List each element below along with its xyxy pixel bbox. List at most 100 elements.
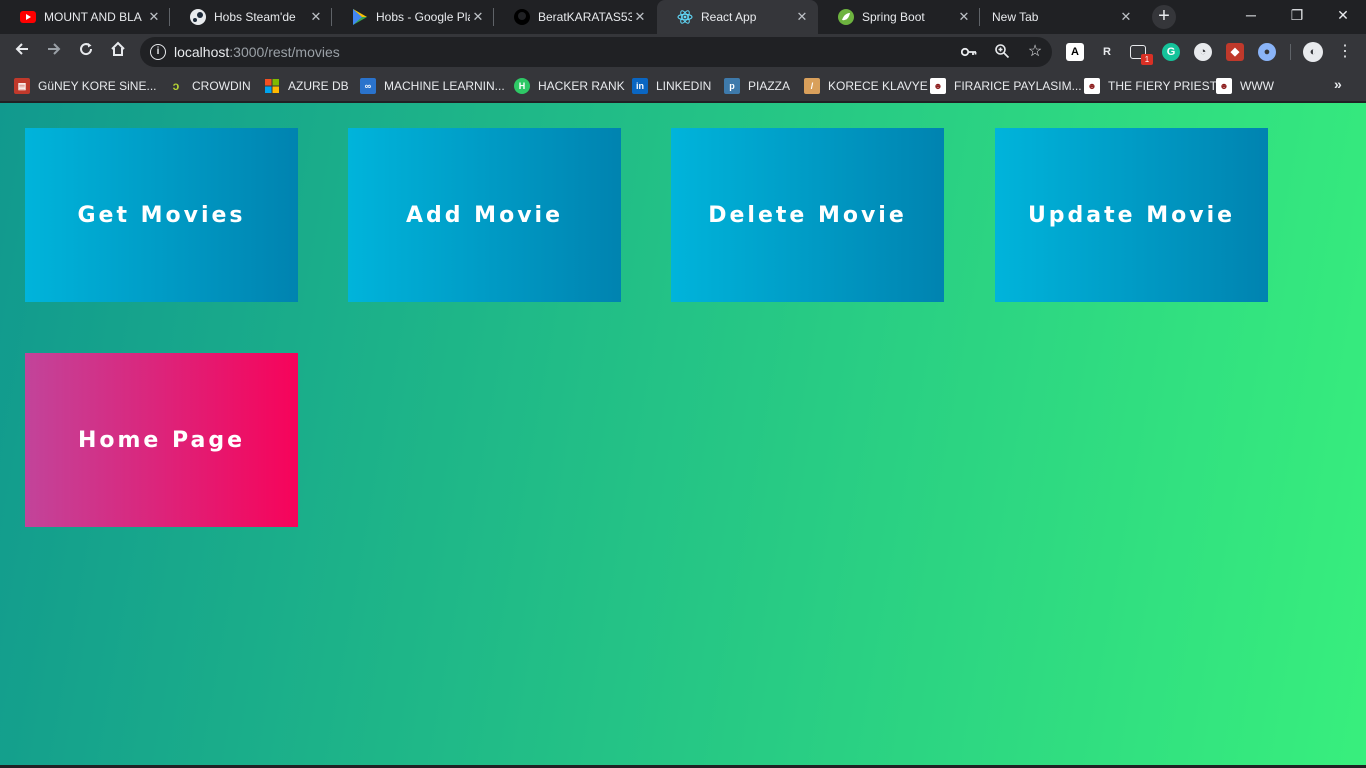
bookmark-label: AZURE DB [288,79,349,93]
zoom-icon[interactable] [993,43,1011,61]
get-movies-label: Get Movies [77,202,246,228]
tab-title: New Tab [992,10,1039,24]
bookmark-label: PIAZZA [748,79,791,93]
chevron-double-right-icon[interactable]: » [1334,76,1342,92]
bookmark-label: KORECE KLAVYE [828,79,928,93]
microsoft-icon [264,78,280,94]
bookmark-label: FIRARICE PAYLASIM... [954,79,1082,93]
url-host: localhost [174,44,230,60]
reload-button[interactable] [72,38,100,66]
home-icon [111,41,125,56]
add-movie-label: Add Movie [406,202,563,228]
update-movie-label: Update Movie [1027,202,1236,228]
bookmark-guney-kore[interactable]: ▤ GüNEY KORE SiNE... [14,76,156,96]
tab-github[interactable]: BeratKARATAS53/ ✕ [494,0,656,34]
delete-movie-label: Delete Movie [708,202,907,228]
bookmark-label: MACHINE LEARNIN... [384,79,505,93]
tab-title: Spring Boot [862,10,925,24]
film-icon: ▤ [14,78,30,94]
piazza-icon: p [724,78,740,94]
bookmark-piazza[interactable]: p PIAZZA [724,76,790,96]
bookmark-hacker-rank[interactable]: H HACKER RANK [514,76,625,96]
minimize-icon[interactable]: ─ [1228,0,1274,32]
tab-spring-boot[interactable]: Spring Boot ✕ [818,0,980,34]
tab-title: MOUNT AND BLA [44,10,142,24]
close-icon[interactable]: ✕ [146,9,162,25]
extension-circle-icon[interactable]: ● [1258,43,1276,61]
back-button[interactable] [8,38,36,66]
close-icon[interactable]: ✕ [470,9,486,25]
bookmark-label: HACKER RANK [538,79,625,93]
home-page-button[interactable]: Home Page [25,353,298,527]
bookmark-www[interactable]: ☻ WWW [1216,76,1274,96]
tab-react-app[interactable]: React App ✕ [657,0,818,34]
more-menu-icon[interactable]: ⋮ [1336,42,1354,62]
close-icon[interactable]: ✕ [956,9,972,25]
coursera-icon: ∞ [360,78,376,94]
address-bar[interactable]: i localhost:3000/rest/movies ☆ [140,37,1052,67]
bookmark-label: CROWDIN [192,79,251,93]
get-movies-button[interactable]: Get Movies [25,128,298,302]
bookmark-label: GüNEY KORE SiNE... [38,79,157,93]
crowdin-icon: ↄ [172,79,180,93]
info-icon[interactable]: i [150,44,166,60]
hackerrank-icon: H [514,78,530,94]
home-button[interactable] [104,38,132,66]
bookmark-label: THE FIERY PRIEST [1108,79,1217,93]
keyboard-icon: / [804,78,820,94]
avatar-icon: ☻ [1084,78,1100,94]
update-movie-button[interactable]: Update Movie [995,128,1268,302]
bookmark-label: LINKEDIN [656,79,712,93]
youtube-icon [20,9,36,25]
close-window-icon[interactable]: ✕ [1320,0,1366,32]
bookmark-linkedin[interactable]: in LINKEDIN [632,76,711,96]
close-icon[interactable]: ✕ [308,9,324,25]
key-icon[interactable] [960,43,978,61]
add-movie-button[interactable]: Add Movie [348,128,621,302]
bookmark-azure-db[interactable]: AZURE DB [264,76,349,96]
avatar-icon: ☻ [930,78,946,94]
bookmarks-bar: ▤ GüNEY KORE SiNE... ↄ CROWDIN AZURE DB … [0,70,1366,102]
bookmark-fiery-priest[interactable]: ☻ THE FIERY PRIEST [1084,76,1217,96]
grammarly-icon[interactable]: G [1162,43,1180,61]
bookmark-firarice[interactable]: ☻ FIRARICE PAYLASIM... [930,76,1082,96]
extension-badge: 1 [1141,54,1153,65]
tab-mount-and-blade[interactable]: MOUNT AND BLA ✕ [0,0,170,34]
extension-red-icon[interactable]: ◆ [1226,43,1244,61]
profile-avatar-icon[interactable]: ◐ [1303,42,1323,62]
tab-google-play[interactable]: Hobs - Google Pla ✕ [332,0,494,34]
home-page-label: Home Page [77,427,246,453]
avatar-icon: ☻ [1216,78,1232,94]
tab-title: Hobs - Google Pla [376,10,470,24]
linkedin-icon: in [632,78,648,94]
bookmark-korece-klavye[interactable]: / KORECE KLAVYE [804,76,928,96]
new-tab-button[interactable]: + [1152,5,1176,29]
tab-title: BeratKARATAS53/ [538,10,632,24]
tab-steam[interactable]: Hobs Steam'de ✕ [170,0,332,34]
speedometer-icon[interactable]: ◔ [1194,43,1212,61]
bookmark-star-icon[interactable]: ☆ [1026,43,1044,61]
github-icon [514,9,530,25]
close-icon[interactable]: ✕ [632,9,648,25]
close-icon[interactable]: ✕ [794,9,810,25]
steam-icon [190,9,206,25]
tab-title: React App [701,10,757,24]
back-arrow-icon [15,43,28,55]
url-path: :3000/rest/movies [229,44,340,60]
extension-a-icon[interactable]: A [1066,43,1084,61]
close-icon[interactable]: ✕ [1118,9,1134,25]
browser-toolbar: i localhost:3000/rest/movies ☆ A R 1 G ◔… [0,34,1366,70]
tab-new-tab[interactable]: New Tab ✕ [980,0,1142,34]
react-icon [677,9,693,25]
bookmark-crowdin[interactable]: ↄ CROWDIN [168,76,251,96]
tab-strip: MOUNT AND BLA ✕ Hobs Steam'de ✕ Hobs - G… [0,0,1366,34]
bookmark-label: WWW [1240,79,1274,93]
extension-r-icon[interactable]: R [1098,43,1116,61]
reload-icon [80,43,93,56]
bookmark-machine-learning[interactable]: ∞ MACHINE LEARNIN... [360,76,505,96]
delete-movie-button[interactable]: Delete Movie [671,128,944,302]
restore-icon[interactable]: ❐ [1274,0,1320,32]
url-text[interactable]: localhost:3000/rest/movies [174,44,340,60]
tab-title: Hobs Steam'de [214,10,296,24]
forward-button[interactable] [40,38,68,66]
